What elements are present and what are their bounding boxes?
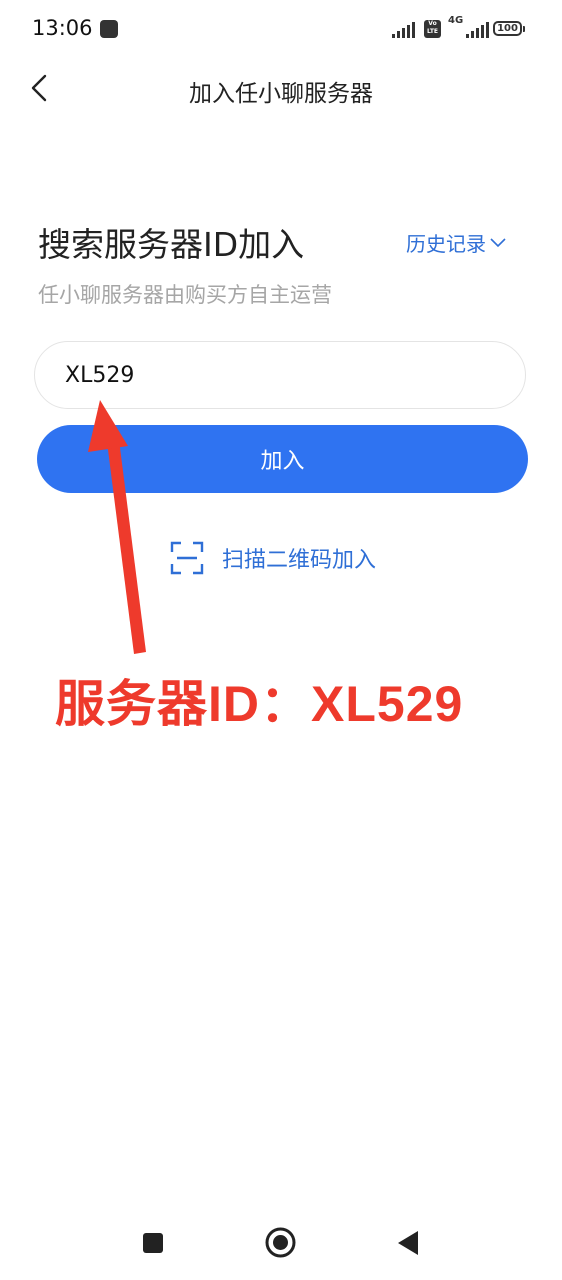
signal-strength-icon xyxy=(392,22,415,38)
nav-back-icon[interactable] xyxy=(396,1230,420,1256)
history-dropdown[interactable]: 历史记录 xyxy=(406,228,507,257)
history-label: 历史记录 xyxy=(406,232,486,256)
section-subheading: 任小聊服务器由购买方自主运营 xyxy=(38,283,332,307)
section-heading: 搜索服务器ID加入 xyxy=(38,225,305,264)
scan-qr-join-button[interactable]: 扫描二维码加入 xyxy=(170,541,376,575)
annotation-arrow-icon xyxy=(88,400,146,654)
status-time: 13:06 xyxy=(32,16,93,40)
chevron-down-icon xyxy=(490,237,506,247)
battery-level: 100 xyxy=(493,21,522,36)
battery-tip xyxy=(523,26,525,32)
network-type: 4G xyxy=(448,15,464,26)
volte-icon: Vo LTE xyxy=(424,20,441,38)
scan-qr-icon xyxy=(170,541,204,575)
annotation-label: 服务器ID：XL529 xyxy=(55,676,464,732)
scan-qr-label: 扫描二维码加入 xyxy=(222,548,377,573)
nav-recents-icon[interactable] xyxy=(143,1233,163,1253)
nav-home-icon[interactable] xyxy=(265,1227,296,1258)
signal-strength-icon-2 xyxy=(466,22,489,38)
page-title: 加入任小聊服务器 xyxy=(189,81,373,107)
notification-app-icon xyxy=(100,20,118,38)
